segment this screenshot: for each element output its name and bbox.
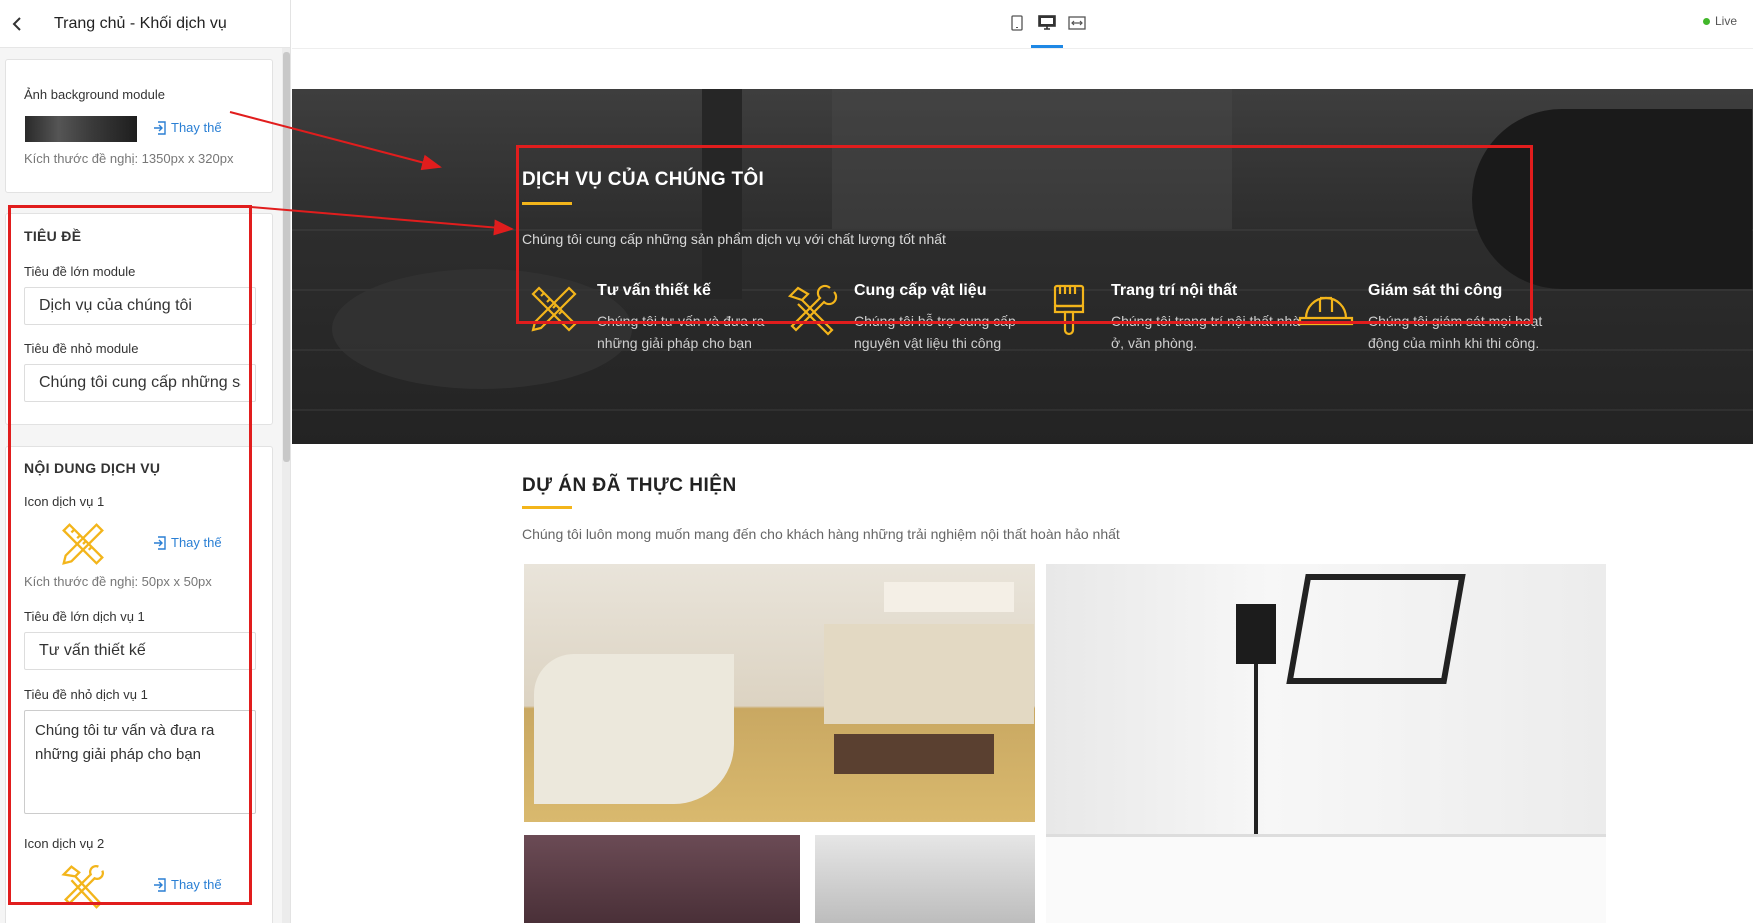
hard-hat-icon [1298, 296, 1354, 326]
replace-background-button[interactable]: Thay thế [153, 120, 222, 135]
table-shape [834, 734, 994, 774]
background-card: Ảnh background module Thay thế Kích thướ… [5, 59, 273, 193]
paint-brush-icon [1053, 284, 1085, 336]
desktop-icon[interactable] [1036, 12, 1058, 34]
replace-icon2-button[interactable]: Thay thế [153, 877, 222, 892]
floor-line [292, 409, 1753, 411]
service1-big-label: Tiêu đề lớn dịch vụ 1 [24, 609, 145, 624]
service1-small-label: Tiêu đề nhỏ dịch vụ 1 [24, 687, 148, 702]
service-description: Chúng tôi hỗ trợ cung cấp nguyên vật liệ… [854, 313, 1016, 351]
hammer-wrench-icon [787, 284, 838, 336]
service-description: Chúng tôi trang trí nội thất nhà ở, văn … [1111, 313, 1301, 351]
replace-icon1-button[interactable]: Thay thế [153, 535, 222, 550]
big-title-input[interactable] [24, 287, 256, 325]
content-section-title: NỘI DUNG DỊCH VỤ [24, 460, 161, 476]
background-label: Ảnh background module [24, 87, 165, 102]
icon2-label: Icon dịch vụ 2 [24, 836, 105, 851]
services-title: DỊCH VỤ CỦA CHÚNG TÔI [522, 169, 765, 190]
lamp-shade-shape [1236, 604, 1276, 664]
service1-big-input[interactable] [24, 632, 256, 670]
rug-shape [332, 269, 632, 389]
editor-sidebar: Trang chủ - Khối dịch vụ Ảnh background … [0, 0, 291, 923]
replace-label: Thay thế [171, 535, 222, 550]
replace-label: Thay thế [171, 877, 222, 892]
service-description: Chúng tôi tư vấn và đưa ra những giải ph… [597, 313, 765, 351]
project-photo-purple-room[interactable] [524, 835, 800, 923]
live-dot-icon [1702, 17, 1710, 25]
wall-decor-shape [1286, 574, 1466, 684]
project-photo-living-room[interactable] [524, 564, 1035, 822]
fireplace-shape [832, 89, 1232, 229]
service-title: Cung cấp vật liệu [854, 282, 987, 299]
services-subtitle: Chúng tôi cung cấp những sản phẩm dịch v… [522, 231, 946, 247]
background-thumbnail [25, 116, 137, 142]
sidebar-header: Trang chủ - Khối dịch vụ [0, 0, 290, 48]
replace-icon [154, 535, 166, 550]
heading-card: TIÊU ĐỀ Tiêu đề lớn module Tiêu đề nhỏ m… [5, 213, 273, 425]
icon-size-hint: Kích thước đề nghị: 50px x 50px [24, 574, 212, 589]
services-title-underline [522, 202, 572, 205]
projects-title: DỰ ÁN ĐÃ THỰC HIỆN [522, 475, 737, 496]
active-device-indicator [1031, 45, 1063, 48]
project-photo-white-room[interactable] [1046, 564, 1606, 923]
live-label: Live [1714, 14, 1737, 28]
preview-toolbar: Live [292, 0, 1753, 49]
back-icon[interactable] [0, 0, 34, 48]
service1-small-textarea[interactable]: Chúng tôi tư vấn và đưa ra những giải ph… [24, 710, 256, 814]
replace-icon [154, 877, 166, 892]
editor-root: Trang chủ - Khối dịch vụ Ảnh background … [0, 0, 1753, 923]
live-status: Live [1702, 14, 1737, 28]
content-card: NỘI DUNG DỊCH VỤ Icon dịch vụ 1 Thay thế… [5, 446, 273, 923]
sofa-shape [1046, 834, 1606, 923]
small-title-label: Tiêu đề nhỏ module [24, 341, 139, 356]
scrollbar-thumb[interactable] [283, 52, 290, 462]
services-hero-background [292, 89, 1753, 444]
service-title: Trang trí nội thất [1111, 282, 1238, 299]
sidebar-title: Trang chủ - Khối dịch vụ [54, 14, 227, 32]
project-photo-modern-room[interactable] [815, 835, 1035, 923]
service-description: Chúng tôi giám sát mọi hoạt động của mìn… [1368, 313, 1543, 351]
sidebar-scrollbar[interactable] [282, 48, 290, 923]
background-size-hint: Kích thước đề nghị: 1350px x 320px [24, 151, 234, 166]
replace-label: Thay thế [171, 120, 222, 135]
ruler-pencil-icon [531, 286, 577, 332]
pillar-shape [702, 89, 742, 299]
replace-icon [154, 120, 166, 135]
icon1-label: Icon dịch vụ 1 [24, 494, 105, 509]
small-title-input[interactable] [24, 364, 256, 402]
projects-subtitle: Chúng tôi luôn mong muốn mang đến cho kh… [522, 526, 1120, 542]
chair-shape [534, 654, 734, 804]
big-title-label: Tiêu đề lớn module [24, 264, 136, 279]
service-title: Tư vấn thiết kế [597, 282, 711, 299]
wall-art-shape [884, 582, 1014, 612]
heading-section-title: TIÊU ĐỀ [24, 228, 82, 244]
sofa-shape [824, 624, 1034, 724]
service-title: Giám sát thi công [1368, 282, 1503, 299]
mobile-icon[interactable] [1006, 12, 1028, 34]
ottoman-shape [1472, 109, 1752, 289]
fullwidth-icon[interactable] [1066, 12, 1088, 34]
page-preview: DỊCH VỤ CỦA CHÚNG TÔI Chúng tôi cung cấp… [292, 49, 1753, 923]
hammer-wrench-icon [56, 859, 110, 913]
projects-title-underline [522, 506, 572, 509]
ruler-pencil-icon [56, 517, 110, 571]
